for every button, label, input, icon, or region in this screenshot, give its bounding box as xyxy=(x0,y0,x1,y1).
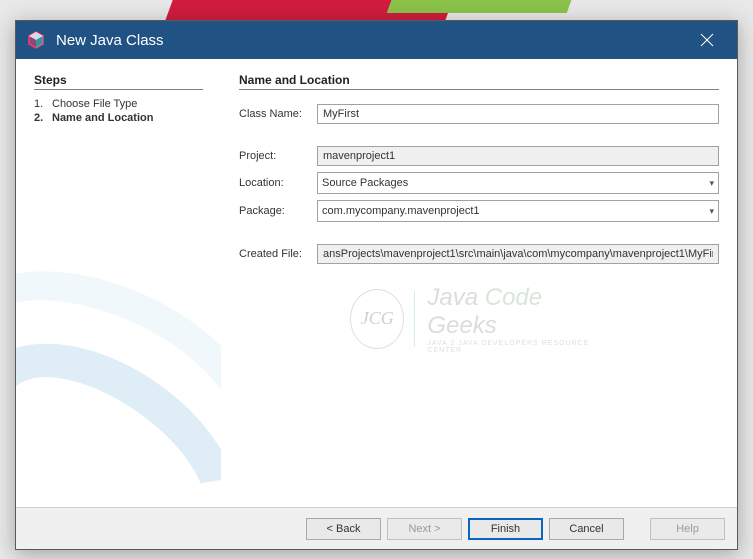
titlebar: New Java Class xyxy=(16,21,737,59)
help-button: Help xyxy=(650,518,725,540)
location-select[interactable]: Source Packages ▾ xyxy=(317,172,719,194)
class-name-input[interactable] xyxy=(317,104,719,124)
close-button[interactable] xyxy=(687,21,727,59)
chevron-down-icon: ▾ xyxy=(709,178,714,189)
panel-heading: Name and Location xyxy=(239,73,719,90)
watermark-subtitle: Java 2 Java Developers Resource Center xyxy=(427,340,608,354)
sidebar-background xyxy=(16,227,221,507)
step-item-choose-file-type: 1. Choose File Type xyxy=(34,98,203,110)
row-package: Package: com.mycompany.mavenproject1 ▾ xyxy=(239,200,719,222)
steps-heading: Steps xyxy=(34,73,203,90)
next-button: Next > xyxy=(387,518,462,540)
watermark: JCG Java Code Geeks Java 2 Java Develope… xyxy=(350,284,608,354)
location-value: Source Packages xyxy=(322,177,408,189)
created-file-input xyxy=(317,244,719,264)
dialog-footer: < Back Next > Finish Cancel Help xyxy=(16,507,737,549)
package-select[interactable]: com.mycompany.mavenproject1 ▾ xyxy=(317,200,719,222)
main-panel: Name and Location Class Name: Project: L… xyxy=(221,59,737,507)
steps-sidebar: Steps 1. Choose File Type 2. Name and Lo… xyxy=(16,59,221,507)
close-icon xyxy=(700,33,714,47)
watermark-badge: JCG xyxy=(350,289,404,349)
steps-list: 1. Choose File Type 2. Name and Location xyxy=(34,98,203,124)
dialog-content: Steps 1. Choose File Type 2. Name and Lo… xyxy=(16,59,737,507)
created-file-label: Created File: xyxy=(239,248,317,260)
project-label: Project: xyxy=(239,150,317,162)
row-location: Location: Source Packages ▾ xyxy=(239,172,719,194)
finish-button[interactable]: Finish xyxy=(468,518,543,540)
cancel-button[interactable]: Cancel xyxy=(549,518,624,540)
step-number: 1. xyxy=(34,98,52,110)
package-label: Package: xyxy=(239,205,317,217)
class-name-label: Class Name: xyxy=(239,108,317,120)
back-button[interactable]: < Back xyxy=(306,518,381,540)
step-number: 2. xyxy=(34,112,52,124)
dialog-title: New Java Class xyxy=(56,32,687,49)
watermark-title: Java Code Geeks xyxy=(427,284,608,340)
location-label: Location: xyxy=(239,177,317,189)
row-class-name: Class Name: xyxy=(239,104,719,124)
row-created-file: Created File: xyxy=(239,244,719,264)
project-input xyxy=(317,146,719,166)
app-cube-icon xyxy=(26,30,46,50)
step-label: Name and Location xyxy=(52,112,153,124)
new-java-class-dialog: New Java Class Steps 1. Choose File Type… xyxy=(15,20,738,550)
row-project: Project: xyxy=(239,146,719,166)
package-value: com.mycompany.mavenproject1 xyxy=(322,205,480,217)
chevron-down-icon: ▾ xyxy=(709,206,714,217)
step-item-name-location: 2. Name and Location xyxy=(34,112,203,124)
step-label: Choose File Type xyxy=(52,98,137,110)
